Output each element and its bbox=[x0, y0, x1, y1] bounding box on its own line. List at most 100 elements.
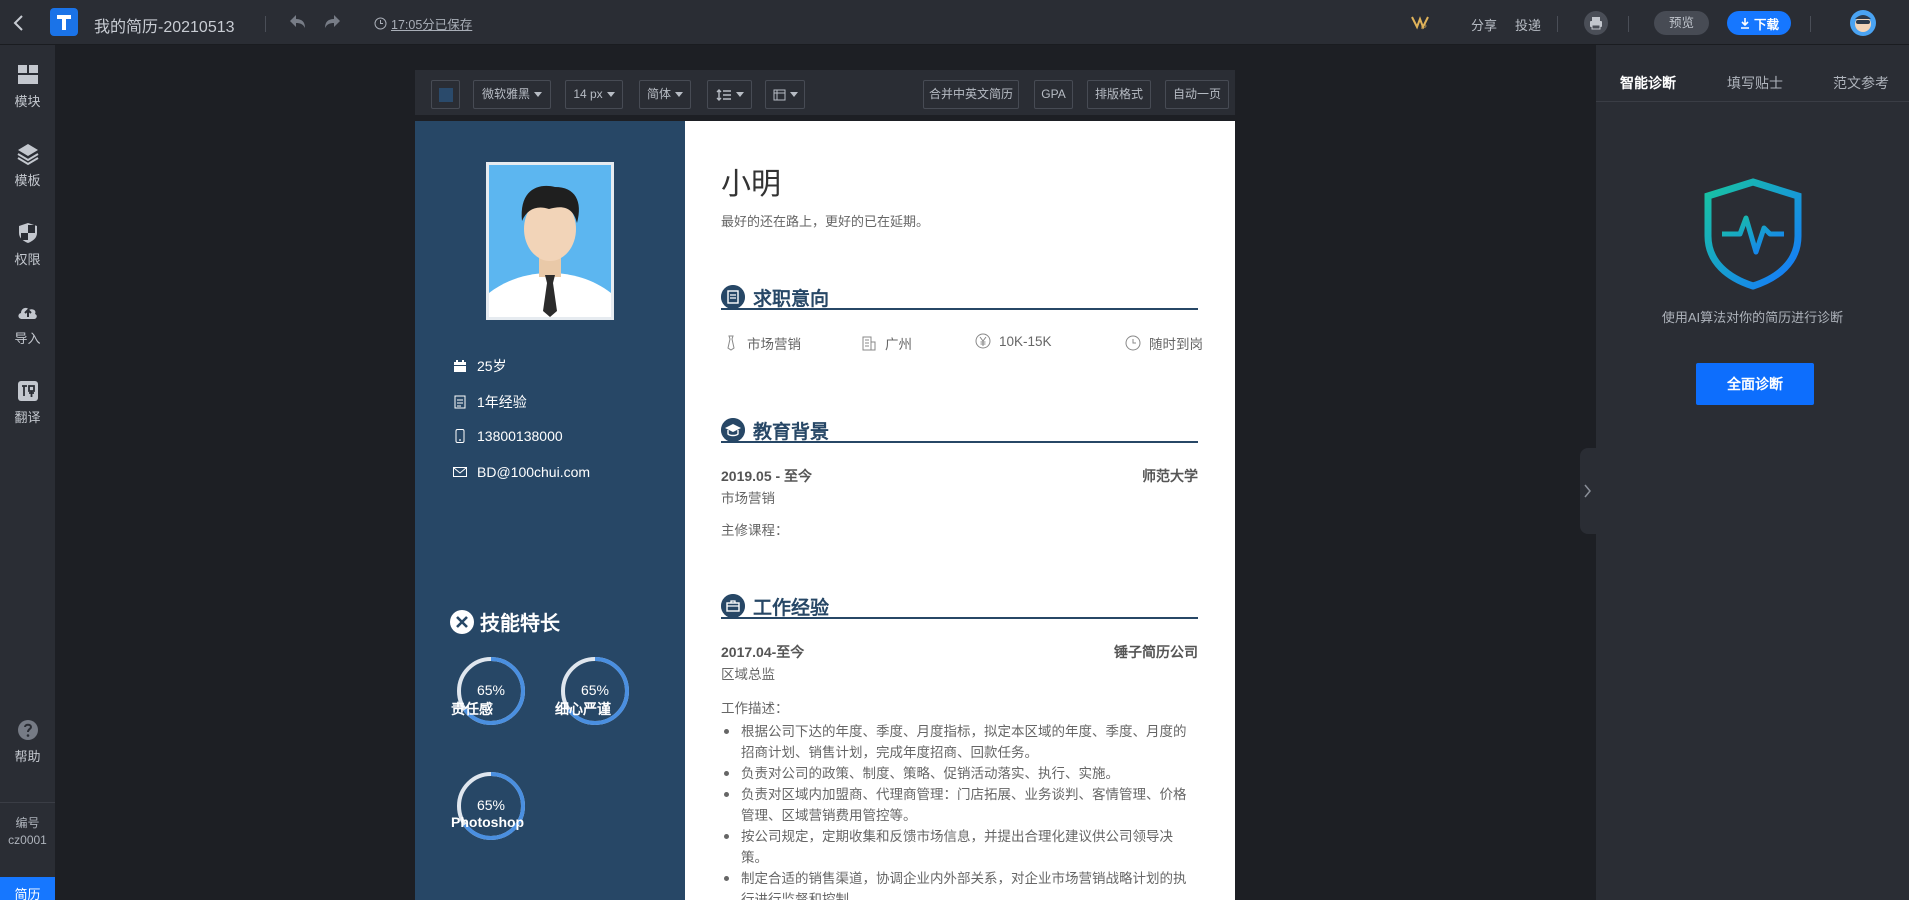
download-icon bbox=[1740, 18, 1749, 29]
print-button[interactable] bbox=[1584, 11, 1608, 35]
gpa-button[interactable]: GPA bbox=[1034, 80, 1073, 109]
document-title[interactable]: 我的简历-20210513 bbox=[94, 13, 235, 37]
skill-name: 细心严谨 bbox=[555, 701, 611, 717]
skill-percent: 65% bbox=[476, 797, 506, 813]
script-select[interactable]: 简体 bbox=[639, 80, 691, 109]
line-spacing-icon bbox=[716, 88, 731, 101]
back-icon[interactable] bbox=[8, 12, 30, 34]
resume-number: 编号 cz0001 bbox=[0, 815, 55, 849]
top-bar: 我的简历-20210513 17:05分已保存 IP 分享 投递 预览 下载 bbox=[0, 0, 1909, 45]
intent-salary-text: 10K-15K bbox=[999, 333, 1052, 349]
profile-photo[interactable] bbox=[486, 162, 614, 320]
redo-icon[interactable] bbox=[322, 12, 344, 32]
merge-cn-en-button[interactable]: 合并中英文简历 bbox=[923, 80, 1019, 109]
preview-button[interactable]: 预览 bbox=[1654, 11, 1709, 35]
divider bbox=[1596, 101, 1909, 102]
sidebar-item-help[interactable]: 帮助 bbox=[0, 718, 55, 765]
app-logo[interactable] bbox=[50, 8, 78, 36]
line-spacing-select[interactable] bbox=[707, 80, 752, 109]
color-swatch bbox=[439, 88, 453, 102]
intent-availability: 随时到岗 bbox=[1125, 333, 1203, 353]
diagnosis-description: 使用AI算法对你的简历进行诊断 bbox=[1661, 310, 1844, 325]
calendar-icon bbox=[454, 360, 466, 372]
print-icon bbox=[1590, 17, 1602, 30]
chevron-down-icon bbox=[735, 92, 744, 98]
font-family-select[interactable]: 微软雅黑 bbox=[473, 80, 551, 109]
right-panel: 智能诊断 填写贴士 范文参考 使用AI算法对你的简历进行诊断 全面诊断 bbox=[1596, 45, 1909, 900]
tie-icon bbox=[727, 335, 735, 351]
share-link[interactable]: 分享 bbox=[1471, 15, 1497, 34]
chevron-down-icon bbox=[789, 92, 798, 98]
divider bbox=[265, 16, 266, 32]
skill-name: 责任感 bbox=[451, 701, 493, 717]
font-size-select[interactable]: 14 px bbox=[565, 80, 623, 109]
skill-percent: 65% bbox=[476, 682, 506, 698]
health-shield-icon bbox=[1704, 178, 1802, 290]
chevron-right-icon bbox=[1584, 484, 1591, 498]
resume-number-label: 编号 bbox=[15, 816, 40, 830]
list-item: 根据公司下达的年度、季度、月度指标，拟定本区域的年度、季度、月度的招商计划、销售… bbox=[721, 721, 1198, 763]
mail-icon bbox=[453, 467, 467, 477]
list-item: 负责对区域内加盟商、代理商管理：门店拓展、业务谈判、客情管理、价格管理、区域营销… bbox=[721, 784, 1198, 826]
translate-icon bbox=[17, 381, 38, 401]
candidate-name[interactable]: 小明 bbox=[721, 159, 781, 203]
tools-icon bbox=[450, 609, 474, 634]
skill-item: 65% Photoshop bbox=[451, 771, 531, 841]
work-duties[interactable]: 根据公司下达的年度、季度、月度指标，拟定本区域的年度、季度、月度的招商计划、销售… bbox=[721, 721, 1198, 900]
sidebar-item-templates[interactable]: 模板 bbox=[0, 142, 55, 189]
sidebar-item-permissions[interactable]: 权限 bbox=[0, 221, 55, 268]
clipboard-icon bbox=[721, 285, 745, 309]
section-work[interactable]: 工作经验 bbox=[721, 593, 1198, 619]
age-row: 25岁 bbox=[453, 356, 507, 376]
resume-page[interactable]: 25岁 1年经验 13800138000 BD@100chui.com 技能特长… bbox=[415, 121, 1235, 900]
chevron-down-icon bbox=[675, 92, 683, 98]
panel-collapse-toggle[interactable] bbox=[1580, 448, 1596, 534]
sidebar-item-resume[interactable]: 简历 bbox=[0, 877, 55, 900]
tab-ai-diagnosis[interactable]: 智能诊断 bbox=[1620, 73, 1676, 93]
sidebar-item-label: 模块 bbox=[14, 94, 41, 109]
work-period: 2017.04-至今 bbox=[721, 644, 805, 660]
tab-sample-reference[interactable]: 范文参考 bbox=[1833, 73, 1889, 93]
intent-city-text: 广州 bbox=[885, 337, 912, 352]
help-icon bbox=[17, 720, 38, 740]
sidebar-item-import[interactable]: 导入 bbox=[0, 300, 55, 347]
page-layout-select[interactable] bbox=[765, 80, 805, 109]
tab-writing-tips[interactable]: 填写贴士 bbox=[1727, 73, 1783, 93]
sidebar-item-translate[interactable]: 翻译 bbox=[0, 379, 55, 426]
candidate-motto[interactable]: 最好的还在路上，更好的已在延期。 bbox=[721, 211, 929, 230]
divider bbox=[1628, 16, 1629, 32]
user-avatar[interactable] bbox=[1850, 10, 1876, 36]
sidebar-item-label: 帮助 bbox=[14, 749, 41, 764]
full-diagnosis-button[interactable]: 全面诊断 bbox=[1696, 363, 1814, 405]
section-title: 工作经验 bbox=[753, 598, 830, 619]
experience-row: 1年经验 bbox=[453, 392, 527, 412]
section-job-intent[interactable]: 求职意向 bbox=[721, 284, 1198, 310]
layout-format-button[interactable]: 排版格式 bbox=[1087, 80, 1151, 109]
briefcase-icon bbox=[721, 594, 745, 618]
phone-icon bbox=[455, 429, 465, 443]
download-button[interactable]: 下载 bbox=[1727, 11, 1791, 35]
save-status: 17:05分已保存 bbox=[374, 14, 472, 33]
list-item: 按公司规定，定期收集和反馈市场信息，并提出合理化建议供公司领导决策。 bbox=[721, 826, 1198, 868]
work-company: 锤子简历公司 bbox=[1114, 644, 1198, 660]
vip-icon[interactable]: IP bbox=[1410, 13, 1430, 31]
skill-item: 65% 责任感 bbox=[451, 656, 531, 726]
theme-color-button[interactable] bbox=[431, 80, 460, 109]
auto-one-page-button[interactable]: 自动一页 bbox=[1165, 80, 1229, 109]
editor-toolbar: 微软雅黑 14 px 简体 合并中英文简历 GPA 排版格式 自动一页 bbox=[415, 70, 1235, 115]
sidebar-item-label: 翻译 bbox=[14, 410, 41, 425]
skill-item: 65% 细心严谨 bbox=[555, 656, 635, 726]
divider bbox=[1810, 16, 1811, 32]
chevron-down-icon bbox=[606, 92, 615, 98]
svg-text:IP: IP bbox=[1421, 25, 1427, 31]
sidebar-item-modules[interactable]: 模块 bbox=[0, 63, 55, 110]
chevron-down-icon bbox=[534, 92, 542, 98]
undo-icon[interactable] bbox=[286, 12, 308, 32]
building-icon bbox=[862, 336, 876, 351]
section-education[interactable]: 教育背景 bbox=[721, 417, 1198, 443]
deliver-link[interactable]: 投递 bbox=[1515, 15, 1541, 34]
divider bbox=[0, 802, 55, 803]
cloud-upload-icon bbox=[17, 307, 37, 319]
age-text: 25岁 bbox=[477, 358, 507, 374]
skill-percent: 65% bbox=[580, 682, 610, 698]
